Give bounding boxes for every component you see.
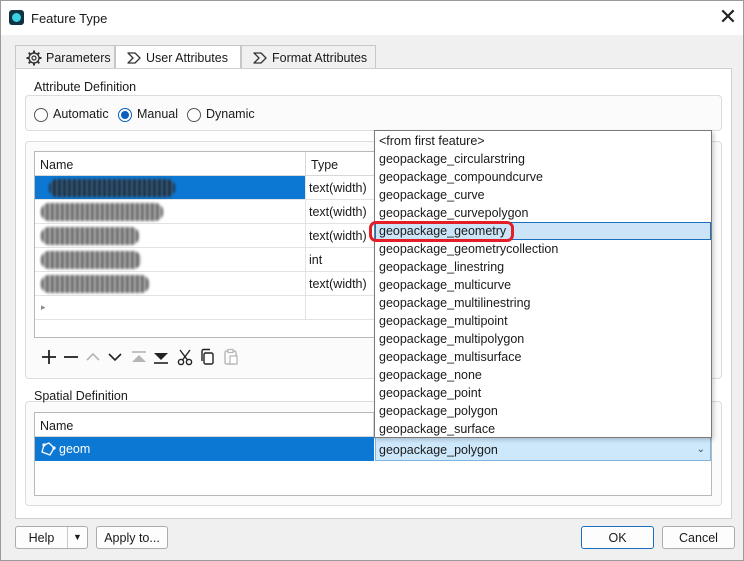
geometry-type-value: geopackage_polygon xyxy=(379,443,498,457)
dropdown-option[interactable]: geopackage_surface xyxy=(375,420,711,438)
move-up-icon[interactable] xyxy=(83,347,103,367)
dropdown-option[interactable]: geopackage_compoundcurve xyxy=(375,168,711,186)
add-icon[interactable] xyxy=(39,347,59,367)
move-top-icon[interactable] xyxy=(129,347,149,367)
attribute-definition-label: Attribute Definition xyxy=(34,80,137,94)
help-button[interactable]: Help ▼ xyxy=(15,526,88,549)
dropdown-option[interactable]: geopackage_none xyxy=(375,366,711,384)
radio-label: Automatic xyxy=(53,107,109,121)
chevron-down-icon: ⌄ xyxy=(696,444,705,455)
remove-icon[interactable] xyxy=(61,347,81,367)
tab-format-attributes[interactable]: Format Attributes xyxy=(241,45,376,69)
tab-parameters[interactable]: Parameters xyxy=(15,45,115,69)
cut-icon[interactable] xyxy=(175,347,195,367)
copy-icon[interactable] xyxy=(197,347,217,367)
app-icon xyxy=(9,10,24,25)
tab-label: User Attributes xyxy=(146,51,228,65)
column-header-name[interactable]: Name xyxy=(35,152,306,176)
column-header-name[interactable]: Name xyxy=(35,413,374,437)
help-label: Help xyxy=(28,531,55,545)
dropdown-option[interactable]: geopackage_curvepolygon xyxy=(375,204,711,222)
tab-label: Parameters xyxy=(46,51,111,65)
window-title: Feature Type xyxy=(31,11,108,26)
geometry-name: geom xyxy=(59,442,91,456)
dropdown-option[interactable]: geopackage_geometrycollection xyxy=(375,240,711,258)
title-bar: Feature Type ✕ xyxy=(1,1,743,35)
radio-indicator xyxy=(118,108,132,122)
geometry-name-cell[interactable]: geom xyxy=(35,437,374,461)
dropdown-option[interactable]: geopackage_multipoint xyxy=(375,312,711,330)
table-row[interactable]: geom geopackage_polygon ⌄ xyxy=(35,437,711,461)
dropdown-option[interactable]: <from first feature> xyxy=(375,132,711,150)
tab-user-attributes[interactable]: User Attributes xyxy=(115,45,241,70)
dropdown-option[interactable]: geopackage_curve xyxy=(375,186,711,204)
geometry-type-combobox[interactable]: geopackage_polygon ⌄ xyxy=(375,437,711,461)
dropdown-option[interactable]: geopackage_multilinestring xyxy=(375,294,711,312)
tab-label: Format Attributes xyxy=(272,51,368,65)
radio-indicator xyxy=(34,108,48,122)
redacted-name xyxy=(41,275,149,293)
radio-label: Manual xyxy=(137,107,178,121)
attribute-name-cell[interactable]: ▸ xyxy=(35,296,306,319)
dropdown-option[interactable]: geopackage_point xyxy=(375,384,711,402)
dropdown-option[interactable]: geopackage_multisurface xyxy=(375,348,711,366)
move-bottom-icon[interactable] xyxy=(151,347,171,367)
dropdown-option[interactable]: geopackage_polygon xyxy=(375,402,711,420)
attribute-name-cell[interactable] xyxy=(35,272,306,295)
apply-to-button[interactable]: Apply to... xyxy=(96,526,168,549)
gear-icon xyxy=(26,50,42,66)
dropdown-option[interactable]: geopackage_multipolygon xyxy=(375,330,711,348)
paste-icon[interactable] xyxy=(221,347,241,367)
redacted-name xyxy=(49,179,175,197)
radio-indicator xyxy=(187,108,201,122)
geometry-icon xyxy=(41,442,56,456)
redacted-name xyxy=(41,227,139,245)
cancel-button[interactable]: Cancel xyxy=(662,526,735,549)
spatial-definition-label: Spatial Definition xyxy=(34,389,128,403)
attribute-name-cell[interactable] xyxy=(35,248,306,271)
radio-label: Dynamic xyxy=(206,107,255,121)
ok-button[interactable]: OK xyxy=(581,526,654,549)
attribute-name-cell[interactable] xyxy=(35,224,306,247)
close-button[interactable]: ✕ xyxy=(715,5,741,31)
redacted-name xyxy=(41,203,163,221)
dropdown-option[interactable]: geopackage_multicurve xyxy=(375,276,711,294)
attributes-icon xyxy=(127,52,141,64)
attributes-icon xyxy=(253,52,267,64)
redacted-name xyxy=(41,251,141,269)
attribute-name-cell[interactable] xyxy=(35,176,306,199)
move-down-icon[interactable] xyxy=(105,347,125,367)
dropdown-option[interactable]: geopackage_circularstring xyxy=(375,150,711,168)
attribute-name-cell[interactable] xyxy=(35,200,306,223)
new-row-arrow-icon: ▸ xyxy=(41,302,46,312)
chevron-down-icon[interactable]: ▼ xyxy=(67,527,87,548)
highlight-annotation xyxy=(369,221,514,242)
feature-type-dialog: Feature Type ✕ Parameters User Attribute… xyxy=(0,0,744,561)
dropdown-option[interactable]: geopackage_linestring xyxy=(375,258,711,276)
geometry-type-dropdown: <from first feature> geopackage_circular… xyxy=(374,130,712,438)
